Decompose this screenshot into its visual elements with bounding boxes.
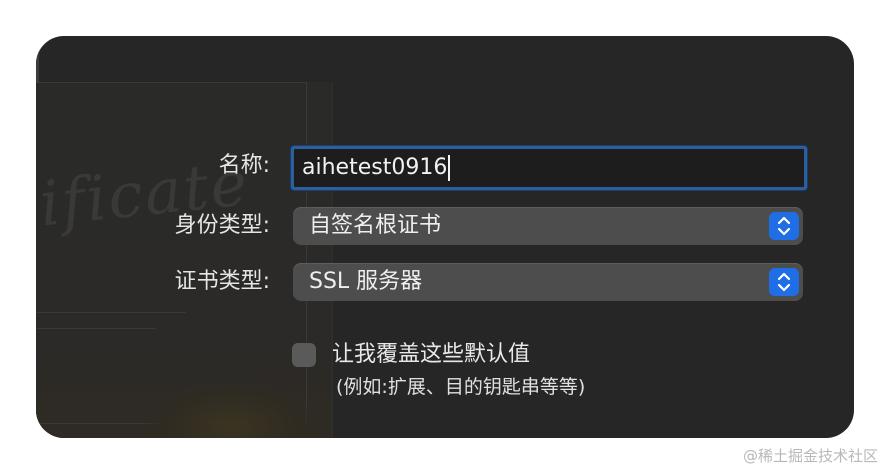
cert-type-value: SSL 服务器 [309,269,423,294]
certificate-assistant-panel: ificate 名称: aihetest0916 身份类型: 自签名根证书 证书… [36,36,854,438]
up-down-chevron-icon[interactable] [769,212,799,240]
override-defaults-hint: (例如:扩展、目的钥匙串等等) [336,376,586,398]
cert-type-select[interactable]: SSL 服务器 [293,263,803,301]
override-defaults-checkbox[interactable] [292,343,316,367]
name-field-value[interactable]: aihetest0916 [302,149,451,187]
text-caret [448,155,451,181]
override-defaults-label[interactable]: 让我覆盖这些默认值 [332,340,530,370]
certificate-artwork: ificate [36,82,333,438]
override-defaults-row[interactable]: 让我覆盖这些默认值 [292,340,692,372]
name-label: 名称: [218,153,270,178]
name-field[interactable]: aihetest0916 [291,146,807,190]
watermark: @稀土掘金技术社区 [742,447,878,465]
identity-type-label: 身份类型: [174,213,270,238]
identity-type-value: 自签名根证书 [309,213,442,238]
cert-type-label: 证书类型: [174,269,270,294]
certificate-line [36,312,186,313]
certificate-line [36,328,156,329]
identity-type-select[interactable]: 自签名根证书 [293,207,803,245]
certificate-frame [36,82,307,424]
up-down-chevron-icon[interactable] [769,268,799,296]
